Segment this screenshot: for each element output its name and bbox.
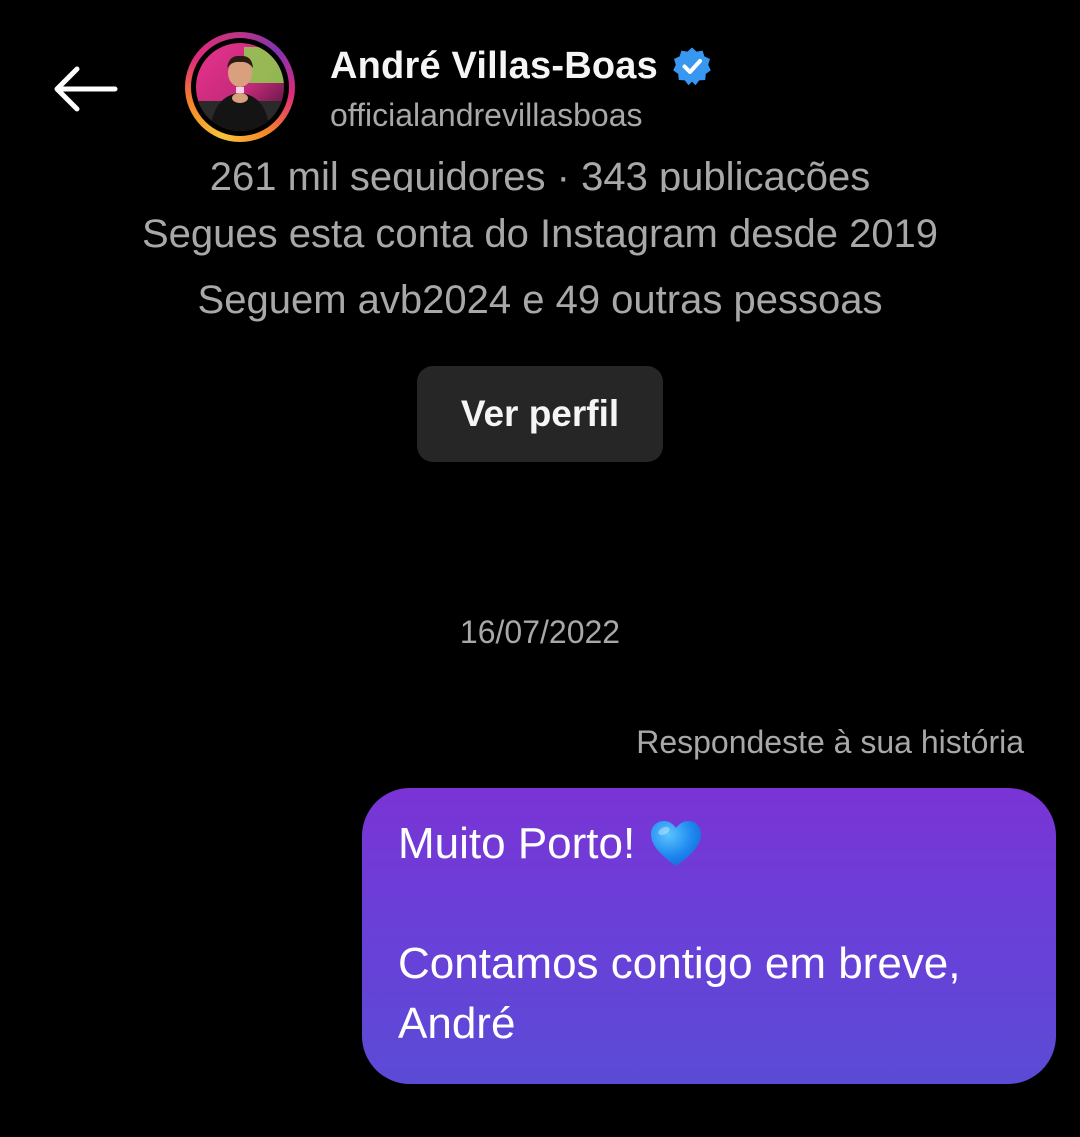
profile-name-row[interactable]: André Villas-Boas [330,40,712,92]
message-line-2: Contamos contigo em breve, [398,939,961,988]
message-line-1: Muito Porto! [398,819,636,868]
story-reply-context[interactable]: Respondeste à sua história [636,722,1024,762]
following-since: Segues esta conta do Instagram desde 201… [141,212,939,256]
avatar [196,43,284,131]
back-button[interactable] [44,58,126,120]
sent-message-bubble[interactable]: Muito Porto! Contamos contigo em breve, … [362,788,1056,1084]
username[interactable]: officialandrevillasboas [330,97,642,134]
message-line-3: André [398,999,516,1048]
blue-heart-icon [651,821,702,866]
profile-stats: 261 mil seguidores · 343 publicações [209,155,871,192]
arrow-left-icon [54,66,118,112]
view-profile-button[interactable]: Ver perfil [417,366,663,462]
direct-message-thread: André Villas-Boas officialandrevillasboa… [0,0,1080,1137]
display-name: André Villas-Boas [330,44,658,87]
date-separator: 16/07/2022 [459,614,621,650]
mutual-followers: Seguem avb2024 e 49 outras pessoas [197,278,883,322]
verified-badge-icon [673,47,711,86]
avatar-story-ring[interactable] [185,32,295,142]
